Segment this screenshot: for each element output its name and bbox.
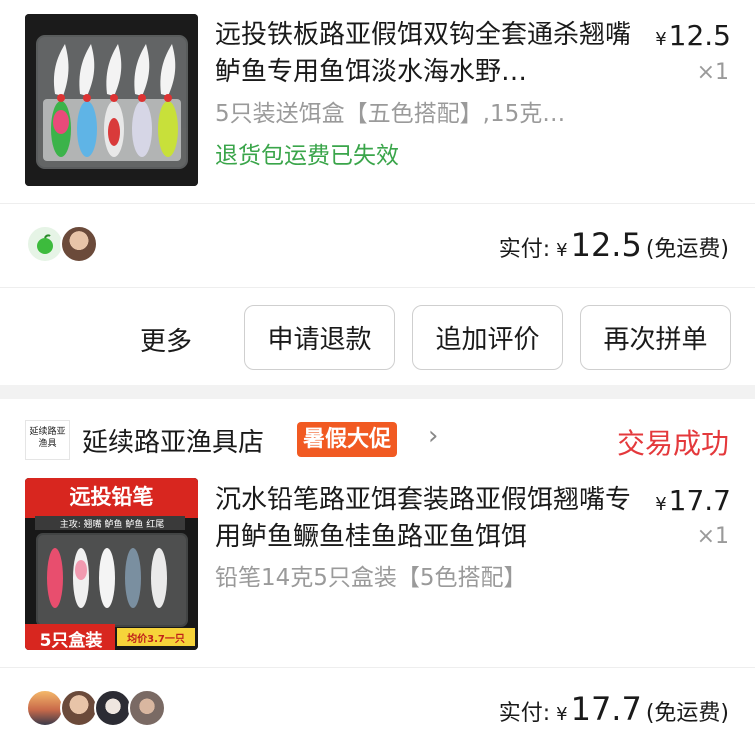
more-button[interactable]: 更多: [140, 321, 192, 358]
product-title[interactable]: 沉水铅笔路亚饵套装路亚假饵翘嘴专用鲈鱼鳜鱼桂鱼路亚鱼饵饵: [215, 482, 635, 556]
price-value: 17.7: [668, 484, 731, 517]
avatar: [94, 689, 132, 727]
paid-label: 实付:: [498, 237, 551, 262]
group-buy-avatars: [26, 225, 98, 263]
avatar: [60, 225, 98, 263]
request-refund-button[interactable]: 申请退款: [244, 305, 395, 370]
product-thumbnail[interactable]: 远投铅笔 主攻: 翘嘴 鲈鱼 鲈鱼 红尾 5只盒装 均价3.7一只: [25, 478, 198, 650]
lure-box-image: [25, 14, 198, 186]
return-shipping-note: 退货包运费已失效: [215, 143, 399, 169]
apple-icon: [37, 234, 53, 254]
shipping-info: (免运费): [645, 237, 729, 262]
paid-total: 实付: ¥ 17.7 (免运费): [499, 690, 729, 728]
add-review-button[interactable]: 追加评价: [412, 305, 563, 370]
order-card-1: 远投铁板路亚假饵双钩全套通杀翘嘴鲈鱼专用鱼饵淡水海水野… 5只装送饵盒【五色搭配…: [0, 0, 755, 385]
currency-symbol: ¥: [556, 704, 568, 725]
paid-amount: 12.5: [570, 226, 642, 264]
group-buy-avatars: [26, 689, 166, 727]
order-status: 交易成功: [616, 427, 729, 460]
order-card-2: 延续路亚渔具 延续路亚渔具店 暑假大促 › 交易成功 远投铅笔 主攻: 翘嘴 鲈…: [0, 399, 755, 745]
currency-symbol: ¥: [655, 29, 667, 50]
product-spec: 铅笔14克5只盒装【5色搭配】: [215, 565, 527, 591]
shop-logo[interactable]: 延续路亚渔具: [25, 420, 70, 460]
product-price: ¥12.5: [655, 19, 731, 52]
product-quantity: ×1: [696, 60, 729, 85]
promo-badge: 暑假大促: [297, 422, 398, 457]
product-spec: 5只装送饵盒【五色搭配】,15克…: [215, 101, 566, 127]
paid-amount: 17.7: [570, 690, 642, 728]
paid-label: 实付:: [498, 701, 551, 726]
divider: [0, 287, 755, 288]
shipping-info: (免运费): [645, 701, 729, 726]
paid-total: 实付: ¥ 12.5 (免运费): [499, 226, 729, 264]
thumb-unit-price-text: 均价3.7一只: [127, 634, 185, 645]
avatar: [26, 225, 64, 263]
divider: [0, 203, 755, 204]
product-price: ¥17.7: [655, 484, 731, 517]
currency-symbol: ¥: [556, 240, 568, 261]
divider: [0, 667, 755, 668]
product-thumbnail[interactable]: [25, 14, 198, 186]
avatar: [26, 689, 64, 727]
price-value: 12.5: [668, 19, 731, 52]
thumb-subbanner-text: 主攻: 翘嘴 鲈鱼 鲈鱼 红尾: [59, 520, 165, 530]
product-quantity: ×1: [696, 524, 729, 549]
thumb-banner-text: 远投铅笔: [69, 485, 154, 509]
avatar: [60, 689, 98, 727]
section-separator: [0, 385, 755, 399]
shop-name[interactable]: 延续路亚渔具店: [82, 422, 264, 459]
product-title[interactable]: 远投铁板路亚假饵双钩全套通杀翘嘴鲈鱼专用鱼饵淡水海水野…: [215, 17, 635, 91]
avatar: [128, 689, 166, 727]
thumb-badge-text: 5只盒装: [39, 631, 103, 650]
chevron-right-icon[interactable]: ›: [428, 421, 438, 451]
currency-symbol: ¥: [655, 494, 667, 515]
reorder-button[interactable]: 再次拼单: [580, 305, 731, 370]
